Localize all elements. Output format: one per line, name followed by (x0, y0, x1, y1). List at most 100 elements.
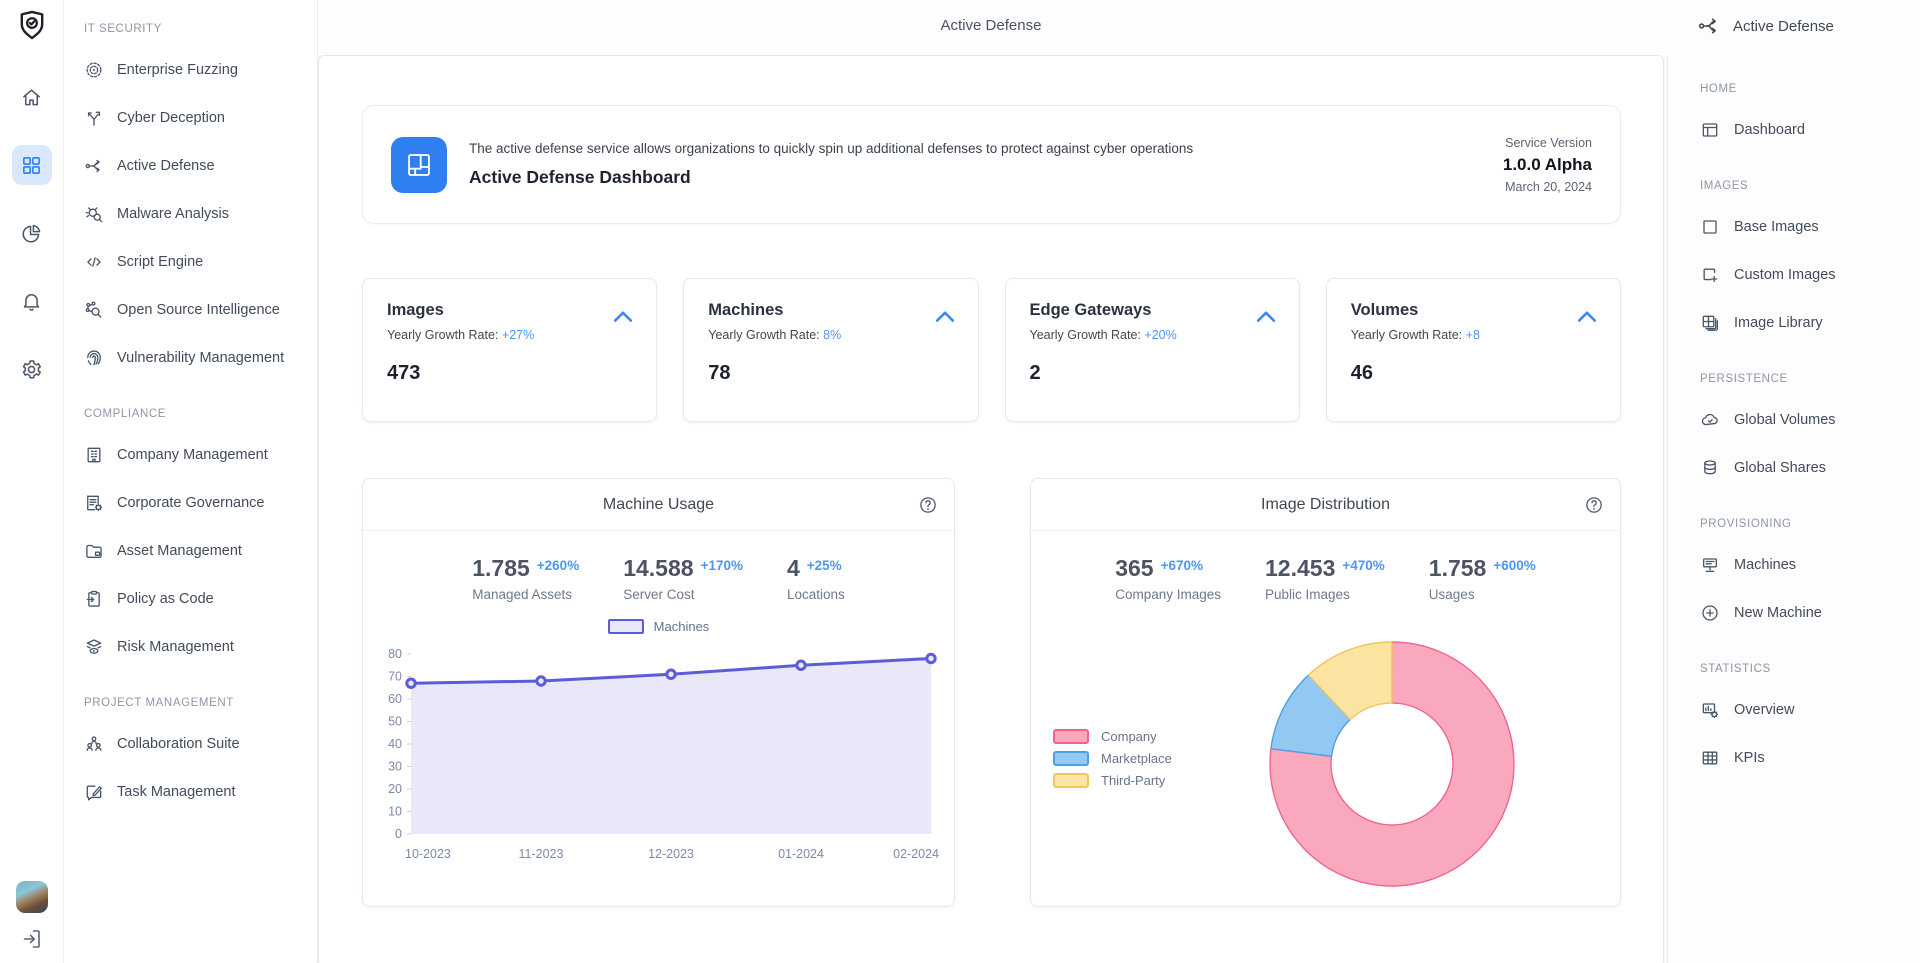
sidebar-item-label: Task Management (117, 784, 235, 800)
server-monitor-icon (1700, 555, 1720, 575)
sidebar-item-cyber-deception[interactable]: Cyber Deception (84, 94, 307, 142)
banner-title: Active Defense Dashboard (469, 167, 1193, 188)
flow-arrows-icon (84, 156, 104, 176)
rs-item-base-images[interactable]: Base Images (1700, 203, 1912, 251)
sidebar-item-open-source-intelligence[interactable]: Open Source Intelligence (84, 286, 307, 334)
rail-notifications-button[interactable] (12, 281, 52, 321)
sidebar-item-active-defense[interactable]: Active Defense (84, 142, 307, 190)
rs-item-new-machine[interactable]: New Machine (1700, 589, 1912, 637)
gear-icon (20, 358, 43, 381)
help-icon[interactable] (1584, 495, 1604, 515)
stat-growth: Yearly Growth Rate: +27% (387, 328, 632, 342)
fingerprint-icon (84, 348, 104, 368)
rs-section-statistics: STATISTICS Overview KPIs (1700, 661, 1912, 782)
rs-item-kpis[interactable]: KPIs (1700, 734, 1912, 782)
logout-icon[interactable] (20, 927, 44, 951)
sidebar-item-collaboration-suite[interactable]: Collaboration Suite (84, 720, 307, 768)
bug-search-icon (84, 204, 104, 224)
stat-card-images: Images Yearly Growth Rate: +27% 473 (362, 278, 657, 422)
section-label: IMAGES (1700, 178, 1912, 194)
sidebar-item-asset-management[interactable]: Asset Management (84, 527, 307, 575)
legend-swatch (1053, 773, 1089, 788)
dashboard-layout-icon (391, 137, 447, 193)
right-sidebar-title: Active Defense (1697, 14, 1834, 38)
user-avatar[interactable] (16, 881, 48, 913)
sidebar-item-label: Vulnerability Management (117, 350, 284, 366)
svg-text:12-2023: 12-2023 (648, 847, 694, 861)
svg-text:11-2023: 11-2023 (519, 847, 564, 861)
sidebar-item-malware-analysis[interactable]: Malware Analysis (84, 190, 307, 238)
stat-label: Managed Assets (472, 587, 579, 602)
sidebar-item-vulnerability-management[interactable]: Vulnerability Management (84, 334, 307, 382)
sidebar-item-company-management[interactable]: Company Management (84, 431, 307, 479)
rs-item-label: Machines (1734, 557, 1796, 573)
sidebar-item-policy-as-code[interactable]: Policy as Code (84, 575, 307, 623)
rs-item-image-library[interactable]: Image Library (1700, 299, 1912, 347)
stat-card-edge-gateways: Edge Gateways Yearly Growth Rate: +20% 2 (1005, 278, 1300, 422)
stat-growth: Yearly Growth Rate: +8 (1351, 328, 1596, 342)
chart-stat: 1.785+260% Managed Assets (472, 557, 579, 602)
svg-text:60: 60 (388, 692, 402, 706)
rs-item-label: Overview (1734, 702, 1794, 718)
stat-value: 78 (708, 362, 953, 385)
legend-item-third-party[interactable]: Third-Party (1053, 773, 1172, 788)
grid-icon (20, 154, 43, 177)
rail-apps-button-active[interactable] (12, 145, 52, 185)
sidebar-item-enterprise-fuzzing[interactable]: Enterprise Fuzzing (84, 46, 307, 94)
app-logo-shield-icon (15, 8, 49, 42)
rs-item-machines[interactable]: Machines (1700, 541, 1912, 589)
sidebar-item-label: Asset Management (117, 543, 242, 559)
layers-eye-icon (84, 637, 104, 657)
stat-label: Usages (1429, 587, 1536, 602)
sidebar-item-risk-management[interactable]: Risk Management (84, 623, 307, 671)
cloud-check-icon (1700, 410, 1720, 430)
machine-usage-line-chart[interactable]: 0102030405060708010-202311-202312-202301… (371, 638, 946, 874)
section-label: COMPLIANCE (84, 406, 307, 422)
legend-label: Company (1101, 729, 1157, 744)
stat-value: 2 (1030, 362, 1275, 385)
rs-item-dashboard[interactable]: Dashboard (1700, 106, 1912, 154)
stat-delta: +170% (701, 558, 743, 573)
sidebar-item-task-management[interactable]: Task Management (84, 768, 307, 816)
image-distribution-stats: 365+670% Company Images 12.453+470% Publ… (1031, 557, 1620, 602)
sidebar-item-script-engine[interactable]: Script Engine (84, 238, 307, 286)
sidebar-item-label: Risk Management (117, 639, 234, 655)
pie-chart-icon (20, 222, 43, 245)
section-label: IT SECURITY (84, 21, 307, 37)
collapse-chevron-up-icon[interactable] (934, 309, 956, 323)
rs-item-overview[interactable]: Overview (1700, 686, 1912, 734)
rs-item-custom-images[interactable]: Custom Images (1700, 251, 1912, 299)
stat-value: 12.453 (1265, 557, 1335, 580)
stat-label: Locations (787, 587, 845, 602)
collapse-chevron-up-icon[interactable] (612, 309, 634, 323)
image-distribution-donut[interactable] (1267, 639, 1517, 889)
right-sidebar: Active Defense HOME Dashboard IMAGES Bas… (1667, 0, 1920, 963)
sidebar-item-label: Policy as Code (117, 591, 214, 607)
collapse-chevron-up-icon[interactable] (1576, 309, 1598, 323)
machines-legend-item[interactable]: Machines (363, 619, 954, 634)
stat-card-title: Machines (708, 301, 953, 320)
rail-home-button[interactable] (12, 77, 52, 117)
service-version-label: Service Version (1503, 136, 1592, 150)
svg-text:0: 0 (395, 827, 402, 841)
svg-text:30: 30 (388, 760, 402, 774)
help-icon[interactable] (918, 495, 938, 515)
rail-settings-button[interactable] (12, 349, 52, 389)
plus-circle-icon (1700, 603, 1720, 623)
rs-item-global-volumes[interactable]: Global Volumes (1700, 396, 1912, 444)
square-icon (1700, 217, 1720, 237)
collapse-chevron-up-icon[interactable] (1255, 309, 1277, 323)
growth-value: +8 (1466, 328, 1480, 342)
sidebar-section-it-security: IT SECURITY Enterprise Fuzzing Cyber Dec… (84, 21, 307, 382)
legend-item-marketplace[interactable]: Marketplace (1053, 751, 1172, 766)
legend-item-company[interactable]: Company (1053, 729, 1172, 744)
main-panel: The active defense service allows organi… (318, 55, 1664, 963)
right-sidebar-sections: HOME Dashboard IMAGES Base Images Custom… (1700, 81, 1912, 782)
sidebar-item-corporate-governance[interactable]: Corporate Governance (84, 479, 307, 527)
sidebar-section-compliance: COMPLIANCE Company Management Corporate … (84, 406, 307, 671)
stacked-grid-icon (1700, 313, 1720, 333)
growth-label: Yearly Growth Rate: (1030, 328, 1141, 342)
rs-item-global-shares[interactable]: Global Shares (1700, 444, 1912, 492)
clipboard-arrow-icon (84, 589, 104, 609)
rail-analytics-button[interactable] (12, 213, 52, 253)
